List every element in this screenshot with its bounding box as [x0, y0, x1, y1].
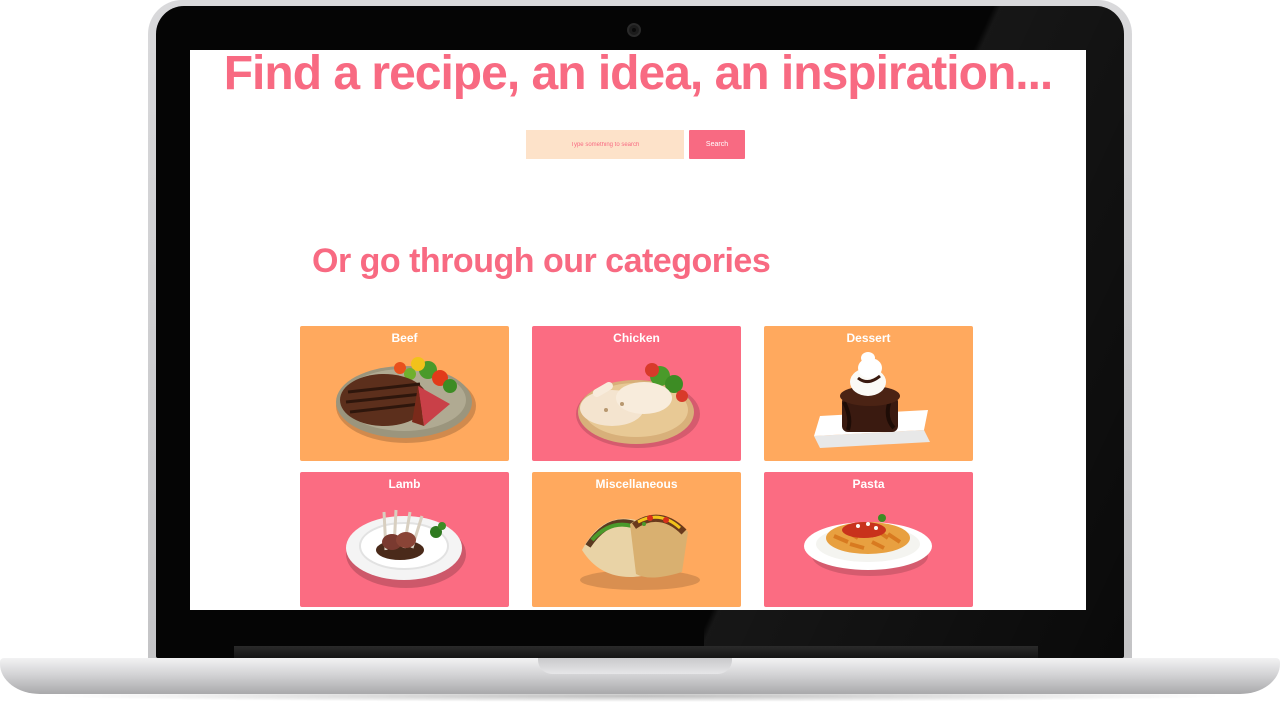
- chicken-drumstick-icon: [576, 363, 700, 448]
- dessert-cake-icon: [814, 352, 930, 448]
- category-label: Pasta: [852, 477, 885, 491]
- webcam-icon: [627, 23, 641, 37]
- category-label: Beef: [391, 331, 418, 345]
- tacos-icon: [580, 514, 700, 590]
- category-card-dessert[interactable]: Dessert: [764, 326, 973, 461]
- category-card-chicken[interactable]: Chicken: [532, 326, 741, 461]
- pasta-plate-icon: [804, 514, 932, 576]
- category-label: Miscellaneous: [595, 477, 678, 491]
- category-card-pasta[interactable]: Pasta: [764, 472, 973, 607]
- category-label: Chicken: [613, 331, 660, 345]
- category-label: Lamb: [388, 477, 421, 491]
- category-card-lamb[interactable]: Lamb: [300, 472, 509, 607]
- laptop-notch: [538, 658, 732, 674]
- screen: Find a recipe, an idea, an inspiration..…: [190, 50, 1086, 610]
- category-label: Dessert: [846, 331, 891, 345]
- categories-title: Or go through our categories: [312, 242, 771, 280]
- category-card-beef[interactable]: Beef: [300, 326, 509, 461]
- lamb-chops-icon: [346, 509, 466, 588]
- search-input[interactable]: [526, 130, 684, 159]
- page-title: Find a recipe, an idea, an inspiration..…: [223, 50, 1054, 100]
- search-bar: Search: [526, 130, 745, 159]
- beef-steak-icon: [336, 357, 476, 443]
- search-button[interactable]: Search: [689, 130, 745, 159]
- category-card-miscellaneous[interactable]: Miscellaneous: [532, 472, 741, 607]
